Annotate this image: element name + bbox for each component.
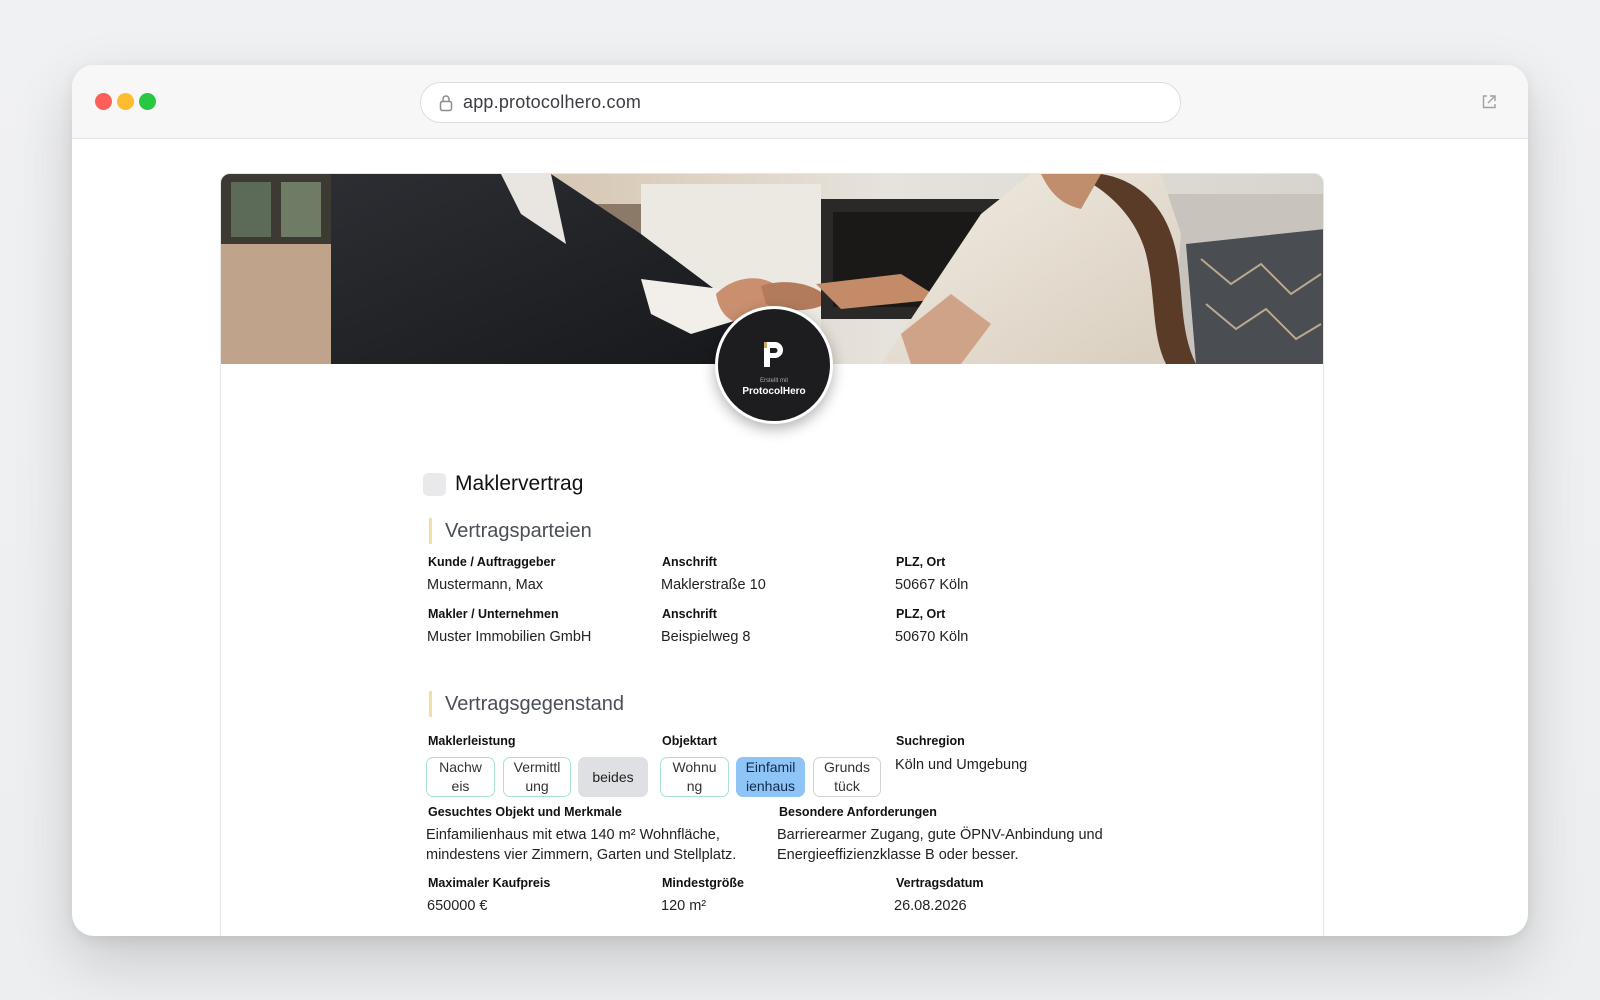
object-option-grundstueck[interactable]: Grunds tück — [813, 757, 881, 797]
price-label: Maximaler Kaufpreis — [428, 876, 551, 890]
title-checkbox[interactable] — [423, 472, 446, 496]
object-option-einfamilienhaus-selected[interactable]: Einfamil ienhaus — [736, 757, 805, 797]
region-value[interactable]: Köln und Umgebung — [895, 757, 1027, 773]
maximize-window-button[interactable] — [139, 93, 156, 110]
lock-icon — [439, 94, 453, 111]
date-value[interactable]: 26.08.2026 — [894, 898, 967, 914]
service-option-nachweis[interactable]: Nachw eis — [426, 757, 495, 797]
browser-window: app.protocolhero.com Erstellt mit Protoc… — [72, 65, 1528, 936]
date-label: Vertragsdatum — [896, 876, 984, 890]
region-label: Suchregion — [896, 734, 965, 748]
size-value[interactable]: 120 m² — [661, 898, 706, 914]
document-title-row: Maklervertrag — [423, 472, 583, 496]
object-option-wohnung[interactable]: Wohnu ng — [660, 757, 729, 797]
requirements-value[interactable]: Barrierearmer Zugang, gute ÖPNV-Anbindun… — [777, 825, 1137, 865]
broker-address-value[interactable]: Beispielweg 8 — [661, 629, 750, 645]
features-label: Gesuchtes Objekt und Merkmale — [428, 805, 622, 819]
customer-address-value[interactable]: Maklerstraße 10 — [661, 577, 766, 593]
customer-city-label: PLZ, Ort — [896, 555, 946, 569]
object-label: Objektart — [662, 734, 717, 748]
external-link-icon[interactable] — [1480, 93, 1498, 111]
customer-city-value[interactable]: 50667 Köln — [895, 577, 968, 593]
document-content: Maklervertrag Vertragsparteien Kunde / A… — [221, 174, 1323, 936]
requirements-label: Besondere Anforderungen — [779, 805, 937, 819]
minimize-window-button[interactable] — [117, 93, 134, 110]
section-heading-subject: Vertragsgegenstand — [429, 691, 624, 717]
size-label: Mindestgröße — [662, 876, 744, 890]
broker-city-value[interactable]: 50670 Köln — [895, 629, 968, 645]
price-value[interactable]: 650000 € — [427, 898, 487, 914]
document-card: Erstellt mit ProtocolHero Maklervertrag … — [220, 173, 1324, 936]
browser-titlebar: app.protocolhero.com — [72, 65, 1528, 139]
broker-address-label: Anschrift — [662, 607, 717, 621]
features-value[interactable]: Einfamilienhaus mit etwa 140 m² Wohnfläc… — [426, 825, 766, 865]
document-title: Maklervertrag — [455, 472, 584, 495]
service-option-vermittlung[interactable]: Vermittl ung — [503, 757, 571, 797]
customer-label: Kunde / Auftraggeber — [428, 555, 556, 569]
service-label: Maklerleistung — [428, 734, 516, 748]
address-bar[interactable]: app.protocolhero.com — [420, 82, 1181, 123]
customer-value[interactable]: Mustermann, Max — [427, 577, 543, 593]
broker-city-label: PLZ, Ort — [896, 607, 946, 621]
section-heading-parties: Vertragsparteien — [429, 518, 592, 544]
broker-value[interactable]: Muster Immobilien GmbH — [427, 629, 591, 645]
close-window-button[interactable] — [95, 93, 112, 110]
customer-address-label: Anschrift — [662, 555, 717, 569]
url-text: app.protocolhero.com — [463, 92, 642, 112]
broker-label: Makler / Unternehmen — [428, 607, 559, 621]
service-option-beides-selected[interactable]: beides — [578, 757, 648, 797]
